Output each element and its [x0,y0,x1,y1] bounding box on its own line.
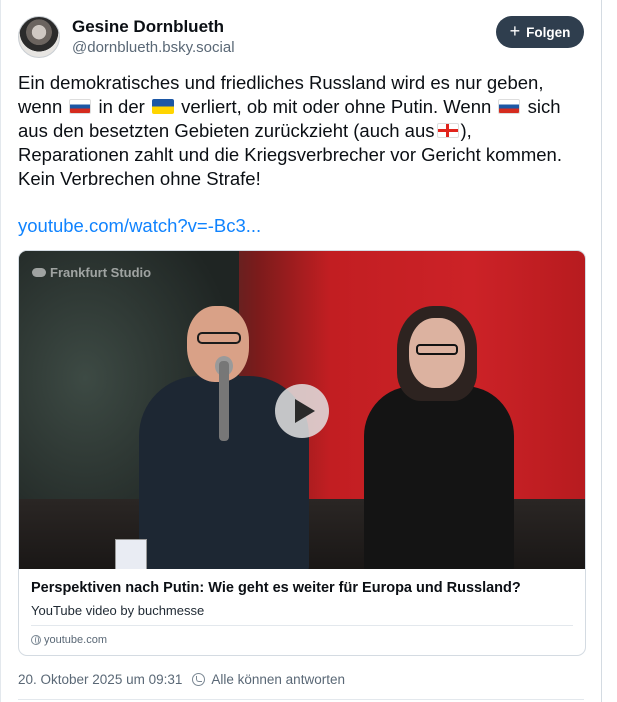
post-card: Gesine Dornblueth @dornblueth.bsky.socia… [0,0,602,702]
post-text-part: in der [98,96,145,117]
video-thumbnail[interactable]: Frankfurt Studio [19,251,585,569]
plus-icon: + [509,21,521,41]
cloud-icon [32,268,46,277]
russia-flag-icon [498,99,521,114]
post-link[interactable]: youtube.com/watch?v=-Bc3... [18,215,261,237]
author-display-name[interactable]: Gesine Dornblueth [72,17,235,37]
bottom-divider [18,699,584,700]
link-embed-card[interactable]: Frankfurt Studio Perspektiven nach Putin… [18,250,586,656]
thumbnail-speaker-right [364,306,514,569]
reply-setting-label: Alle können antworten [211,672,345,687]
post-text-part: verliert, ob mit oder ohne Putin. Wenn [181,96,492,117]
reply-settings-icon [192,673,206,686]
play-icon [294,399,315,423]
post-timestamp[interactable]: 20. Oktober 2025 um 09:31 [18,672,182,687]
thumbnail-watermark: Frankfurt Studio [32,265,151,280]
georgia-flag-icon [436,123,459,138]
russia-flag-icon [69,99,92,114]
embed-title[interactable]: Perspektiven nach Putin: Wie geht es wei… [31,580,576,596]
post-text: Ein demokratisches und friedliches Russl… [18,71,588,191]
microphone-stand [219,361,229,441]
follow-button-label: Folgen [526,24,571,40]
book-icon [115,539,147,569]
globe-icon [31,635,41,645]
follow-button[interactable]: + Folgen [496,16,584,48]
author-handle[interactable]: @dornblueth.bsky.social [72,38,235,58]
reply-setting[interactable]: Alle können antworten [192,672,345,687]
author-info[interactable]: Gesine Dornblueth @dornblueth.bsky.socia… [72,17,235,58]
post-meta: 20. Oktober 2025 um 09:31 Alle können an… [18,672,345,687]
embed-description: YouTube video by buchmesse [31,603,205,618]
post-header: Gesine Dornblueth @dornblueth.bsky.socia… [18,15,584,59]
avatar[interactable] [18,16,60,58]
ukraine-flag-icon [151,99,174,114]
embed-divider [31,625,573,626]
embed-domain-text: youtube.com [44,634,107,646]
watermark-text: Frankfurt Studio [50,265,152,280]
embed-domain: youtube.com [31,634,107,646]
play-button[interactable] [275,384,329,438]
